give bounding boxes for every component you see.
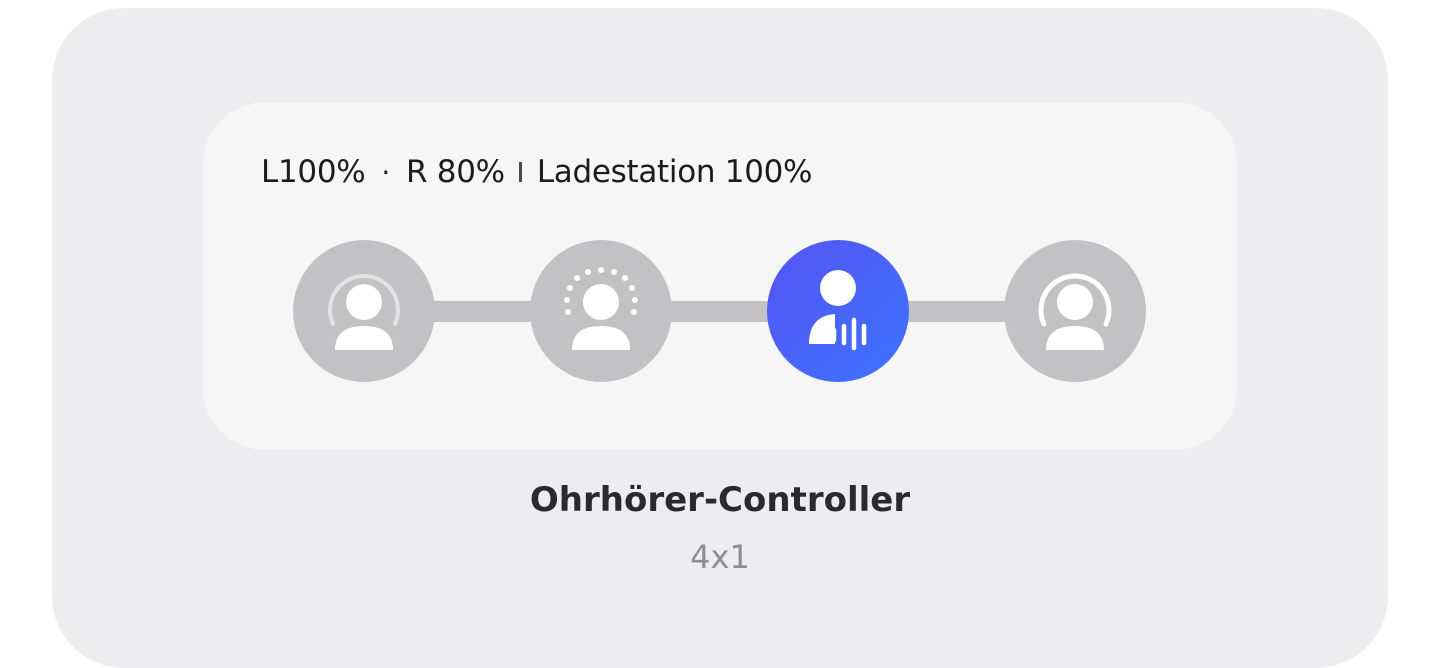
mode-button-noise-cancelling[interactable] (293, 240, 435, 382)
left-battery: L100% (261, 154, 366, 190)
mode-button-off[interactable] (1004, 240, 1146, 382)
widget-size-label: 4x1 (690, 538, 750, 576)
case-battery: Ladestation 100% (536, 154, 813, 190)
mode-button-ambient-sound[interactable] (530, 240, 672, 382)
person-arc-icon (328, 274, 400, 350)
person-dotted-arc-icon (564, 267, 638, 350)
person-ring-icon (1038, 273, 1112, 350)
mode-connector-line (363, 301, 1075, 322)
separator-bar (518, 162, 522, 182)
separator-dot: · (381, 155, 391, 189)
person-voice-icon (809, 270, 867, 351)
mode-button-voice-detect[interactable] (767, 240, 909, 382)
right-battery: R 80% (406, 154, 505, 190)
battery-status: L100% · R 80% Ladestation 100% (261, 150, 813, 194)
widget-title: Ohrhörer-Controller (529, 480, 911, 520)
